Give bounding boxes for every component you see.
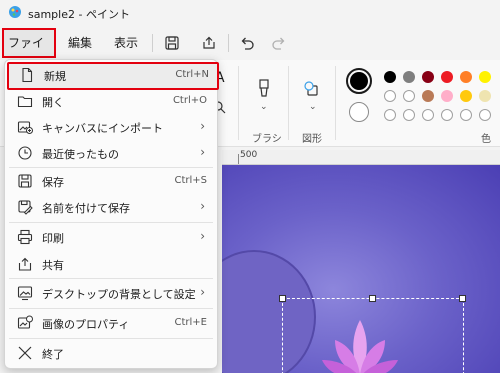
- printer-icon: [17, 229, 33, 245]
- menu-edit[interactable]: 編集: [62, 32, 98, 54]
- brush-icon[interactable]: [255, 78, 273, 100]
- color-swatch[interactable]: [384, 90, 396, 102]
- chevron-right-icon: ›: [200, 119, 205, 133]
- shapes-icon[interactable]: [303, 80, 321, 98]
- color-swatch[interactable]: [403, 109, 415, 121]
- primary-color-fill: [350, 72, 368, 90]
- file-menu-shortcut: Ctrl+O: [172, 95, 207, 106]
- color-swatch[interactable]: [403, 71, 415, 83]
- file-menu-shortcut: Ctrl+N: [175, 69, 209, 80]
- horizontal-ruler: 500: [222, 150, 500, 165]
- color-swatch[interactable]: [460, 90, 472, 102]
- file-menu-label: 印刷: [42, 232, 64, 245]
- new-file-icon: [22, 67, 33, 83]
- file-menu-item-recent[interactable]: 最近使ったもの ›: [5, 140, 217, 166]
- paint-app-icon: [9, 6, 21, 18]
- menu-divider: [9, 338, 213, 339]
- redo-icon[interactable]: [270, 34, 288, 52]
- chevron-down-icon[interactable]: ⌄: [309, 102, 317, 112]
- open-folder-icon: [17, 96, 33, 108]
- title-bar: sample2 - ペイント: [0, 0, 500, 26]
- color-swatch[interactable]: [422, 109, 434, 121]
- ribbon-separator: [335, 66, 336, 140]
- menu-view[interactable]: 表示: [108, 32, 144, 54]
- file-menu-item-new[interactable]: 新規 Ctrl+N: [7, 62, 219, 90]
- import-icon: [17, 121, 33, 134]
- color-swatch[interactable]: [403, 90, 415, 102]
- chevron-down-icon[interactable]: ⌄: [260, 102, 268, 112]
- close-icon: [18, 346, 32, 360]
- file-menu-item-import[interactable]: キャンバスにインポート ›: [5, 114, 217, 140]
- file-menu-label: 保存: [42, 176, 64, 189]
- color-swatch[interactable]: [441, 109, 453, 121]
- share-icon[interactable]: [200, 34, 218, 52]
- menu-bar: ファイル 編集 表示: [0, 26, 500, 76]
- chevron-right-icon: ›: [200, 199, 205, 213]
- secondary-color[interactable]: [349, 102, 369, 122]
- chevron-right-icon: ›: [200, 229, 205, 243]
- primary-color[interactable]: [346, 68, 372, 94]
- menu-divider: [9, 222, 213, 223]
- menu-separator: [152, 34, 153, 52]
- save-as-icon: [18, 200, 33, 215]
- color-swatch[interactable]: [441, 90, 453, 102]
- file-menu-label: 共有: [42, 259, 64, 272]
- menu-file[interactable]: ファイル: [2, 28, 56, 76]
- color-swatch[interactable]: [479, 71, 491, 83]
- save-icon: [18, 174, 32, 188]
- wallpaper-icon: [17, 286, 33, 301]
- file-menu-label: キャンバスにインポート: [42, 122, 163, 135]
- menu-divider: [9, 278, 213, 279]
- file-menu-item-properties[interactable]: 画像のプロパティ Ctrl+E: [5, 310, 217, 336]
- file-menu-item-save[interactable]: 保存 Ctrl+S: [5, 168, 217, 194]
- file-menu-item-open[interactable]: 開く Ctrl+O: [5, 88, 217, 114]
- file-menu-label: デスクトップの背景として設定: [42, 288, 196, 301]
- color-swatch[interactable]: [384, 109, 396, 121]
- file-menu-shortcut: Ctrl+E: [174, 317, 208, 328]
- ribbon-separator: [288, 66, 289, 140]
- color-swatch[interactable]: [460, 109, 472, 121]
- selection-handle[interactable]: [279, 295, 286, 302]
- chevron-right-icon: ›: [200, 145, 205, 159]
- file-menu-label: 画像のプロパティ: [42, 318, 130, 331]
- color-swatch[interactable]: [479, 109, 491, 121]
- file-menu-label: 開く: [42, 96, 64, 109]
- save-icon[interactable]: [163, 34, 181, 52]
- colors-group-label: 色: [481, 134, 491, 145]
- file-menu-shortcut: Ctrl+S: [174, 175, 207, 186]
- file-menu-item-save-as[interactable]: 名前を付けて保存 ›: [5, 194, 217, 220]
- selection-handle[interactable]: [459, 295, 466, 302]
- file-menu-item-print[interactable]: 印刷 ›: [5, 224, 217, 250]
- window-title: sample2 - ペイント: [28, 8, 130, 21]
- color-swatch[interactable]: [460, 71, 472, 83]
- properties-icon: [17, 315, 33, 329]
- color-swatch[interactable]: [441, 71, 453, 83]
- file-menu-item-set-wallpaper[interactable]: デスクトップの背景として設定 ›: [5, 280, 217, 306]
- brush-group-label: ブラシ: [252, 134, 282, 145]
- file-menu-label: 最近使ったもの: [42, 148, 119, 161]
- color-swatch[interactable]: [422, 71, 434, 83]
- undo-icon[interactable]: [238, 34, 256, 52]
- ruler-tick: [238, 154, 239, 164]
- selection-box[interactable]: [282, 298, 464, 373]
- share-icon: [18, 257, 32, 271]
- file-menu-item-share[interactable]: 共有: [5, 251, 217, 277]
- selection-handle[interactable]: [369, 295, 376, 302]
- color-swatch[interactable]: [479, 90, 491, 102]
- ribbon-separator: [238, 66, 239, 140]
- ruler-tick-label: 500: [240, 150, 258, 160]
- file-menu-label: 名前を付けて保存: [42, 202, 130, 215]
- file-menu-dropdown: 新規 Ctrl+N 開く Ctrl+O キャンバスにインポート › 最近使ったも…: [4, 59, 219, 369]
- chevron-right-icon: ›: [200, 285, 205, 299]
- file-menu-label: 新規: [44, 70, 66, 83]
- menu-divider: [9, 308, 213, 309]
- shapes-group-label: 図形: [302, 134, 322, 145]
- menu-separator: [228, 34, 229, 52]
- color-swatch[interactable]: [422, 90, 434, 102]
- file-menu-item-exit[interactable]: 終了: [5, 340, 217, 366]
- clock-icon: [18, 146, 32, 160]
- color-swatch[interactable]: [384, 71, 396, 83]
- file-menu-label: 終了: [42, 348, 64, 361]
- canvas[interactable]: [222, 165, 500, 373]
